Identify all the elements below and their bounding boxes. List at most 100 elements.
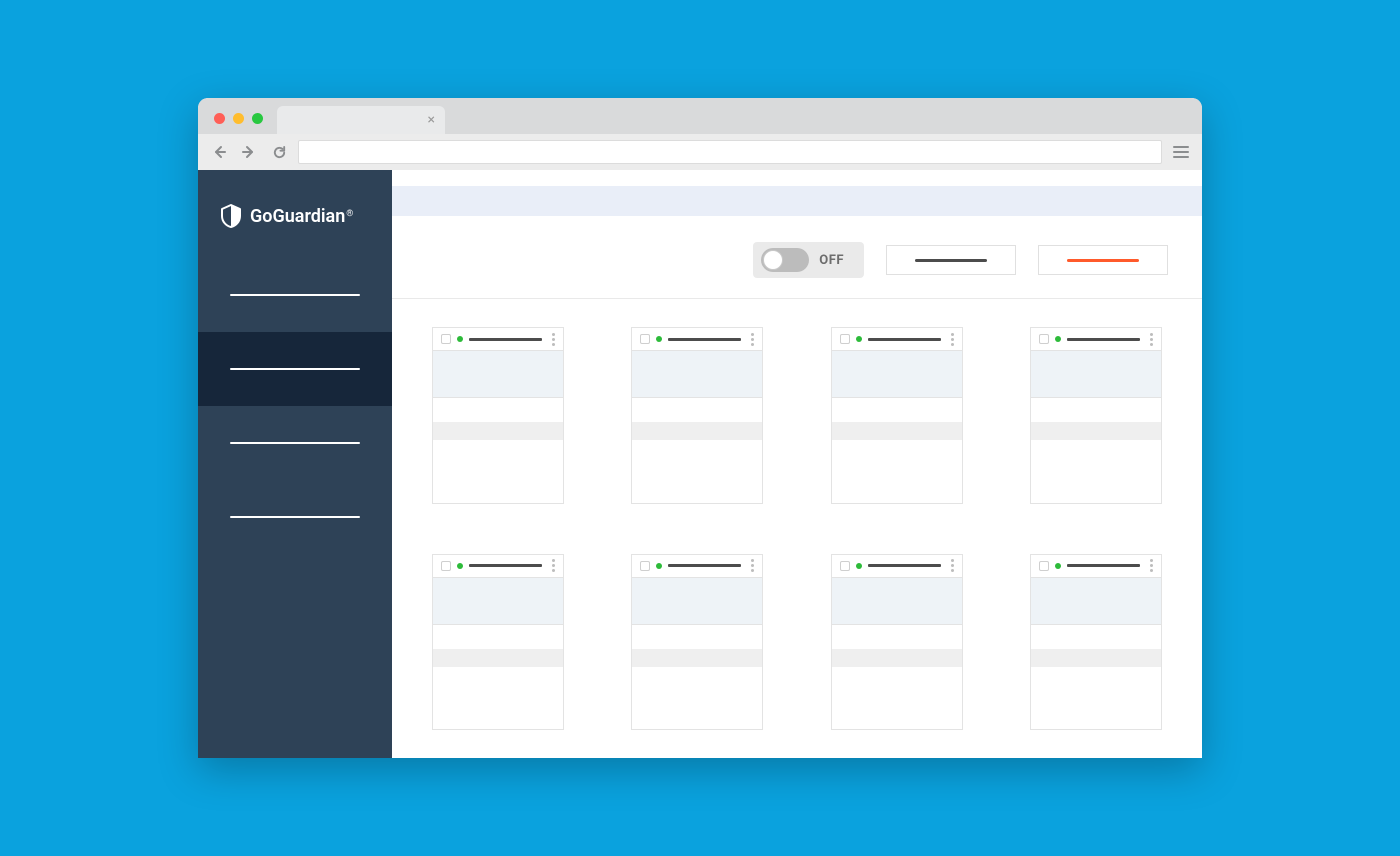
status-online-icon — [457, 336, 463, 342]
card-checkbox[interactable] — [441, 561, 451, 571]
card-menu-button[interactable] — [751, 333, 754, 346]
card-info-row — [1031, 398, 1161, 422]
card-checkbox[interactable] — [840, 334, 850, 344]
card-screenshot-area — [632, 350, 762, 398]
card-screenshot-area — [1031, 350, 1161, 398]
card-checkbox[interactable] — [441, 334, 451, 344]
action-button-accent[interactable] — [1038, 245, 1168, 275]
card-info-row — [433, 398, 563, 422]
status-online-icon — [656, 336, 662, 342]
student-card[interactable] — [831, 554, 963, 731]
shield-icon — [220, 204, 242, 228]
card-header — [1031, 328, 1161, 350]
window-zoom-button[interactable] — [252, 113, 263, 124]
card-footer — [632, 649, 762, 667]
status-online-icon — [1055, 336, 1061, 342]
action-button-primary[interactable] — [886, 245, 1016, 275]
controls-row: OFF — [392, 216, 1202, 299]
sidebar-item-1[interactable] — [198, 258, 392, 332]
card-screenshot-area — [632, 577, 762, 625]
student-card[interactable] — [1030, 327, 1162, 504]
hamburger-line — [1173, 146, 1189, 148]
card-info-row — [1031, 625, 1161, 649]
student-card[interactable] — [432, 554, 564, 731]
card-screenshot-area — [433, 350, 563, 398]
card-checkbox[interactable] — [1039, 334, 1049, 344]
card-checkbox[interactable] — [840, 561, 850, 571]
card-info-row — [832, 625, 962, 649]
window-controls — [214, 113, 263, 124]
nav-placeholder-line — [230, 516, 360, 518]
status-online-icon — [856, 336, 862, 342]
card-info-row — [433, 625, 563, 649]
card-info-row — [832, 398, 962, 422]
reload-button[interactable] — [268, 141, 290, 163]
card-menu-button[interactable] — [1150, 333, 1153, 346]
browser-menu-button[interactable] — [1170, 141, 1192, 163]
card-menu-button[interactable] — [552, 559, 555, 572]
card-title-placeholder — [868, 564, 941, 567]
card-title-placeholder — [868, 338, 941, 341]
brand-name: GoGuardian — [250, 206, 345, 227]
card-title-placeholder — [1067, 564, 1140, 567]
tab-close-icon[interactable]: × — [428, 113, 435, 127]
card-checkbox[interactable] — [1039, 561, 1049, 571]
sidebar: GoGuardian® — [198, 170, 392, 758]
card-header — [433, 328, 563, 350]
button-placeholder-line — [915, 259, 987, 262]
brand-registered: ® — [346, 209, 353, 219]
student-card[interactable] — [1030, 554, 1162, 731]
card-screenshot-area — [832, 350, 962, 398]
card-menu-button[interactable] — [951, 333, 954, 346]
browser-window: × GoGuardian® — [198, 98, 1202, 758]
card-footer — [433, 422, 563, 440]
sidebar-item-2[interactable] — [198, 332, 392, 406]
arrow-right-icon — [241, 144, 257, 160]
info-banner — [392, 186, 1202, 216]
status-online-icon — [656, 563, 662, 569]
student-card[interactable] — [831, 327, 963, 504]
card-header — [832, 555, 962, 577]
card-menu-button[interactable] — [751, 559, 754, 572]
card-screenshot-area — [433, 577, 563, 625]
hamburger-line — [1173, 156, 1189, 158]
status-online-icon — [856, 563, 862, 569]
address-bar[interactable] — [298, 140, 1162, 164]
student-card[interactable] — [631, 554, 763, 731]
status-online-icon — [457, 563, 463, 569]
hamburger-line — [1173, 151, 1189, 153]
app-root: GoGuardian® OFF — [198, 170, 1202, 758]
student-card[interactable] — [631, 327, 763, 504]
card-info-row — [632, 398, 762, 422]
card-checkbox[interactable] — [640, 561, 650, 571]
card-footer — [433, 649, 563, 667]
card-header — [632, 328, 762, 350]
session-toggle[interactable]: OFF — [753, 242, 864, 278]
nav-placeholder-line — [230, 368, 360, 370]
toggle-label: OFF — [819, 253, 844, 268]
card-screenshot-area — [1031, 577, 1161, 625]
card-header — [632, 555, 762, 577]
card-header — [1031, 555, 1161, 577]
sidebar-item-4[interactable] — [198, 480, 392, 554]
sidebar-item-3[interactable] — [198, 406, 392, 480]
back-button[interactable] — [208, 141, 230, 163]
card-footer — [832, 649, 962, 667]
card-title-placeholder — [469, 564, 542, 567]
card-checkbox[interactable] — [640, 334, 650, 344]
arrow-left-icon — [211, 144, 227, 160]
sidebar-nav — [198, 258, 392, 554]
browser-tab[interactable]: × — [277, 106, 445, 134]
main-content: OFF — [392, 170, 1202, 758]
toggle-thumb — [763, 250, 783, 270]
window-close-button[interactable] — [214, 113, 225, 124]
student-card[interactable] — [432, 327, 564, 504]
forward-button[interactable] — [238, 141, 260, 163]
button-placeholder-line — [1067, 259, 1139, 262]
card-menu-button[interactable] — [1150, 559, 1153, 572]
browser-toolbar — [198, 134, 1202, 170]
card-menu-button[interactable] — [552, 333, 555, 346]
status-online-icon — [1055, 563, 1061, 569]
card-menu-button[interactable] — [951, 559, 954, 572]
window-minimize-button[interactable] — [233, 113, 244, 124]
